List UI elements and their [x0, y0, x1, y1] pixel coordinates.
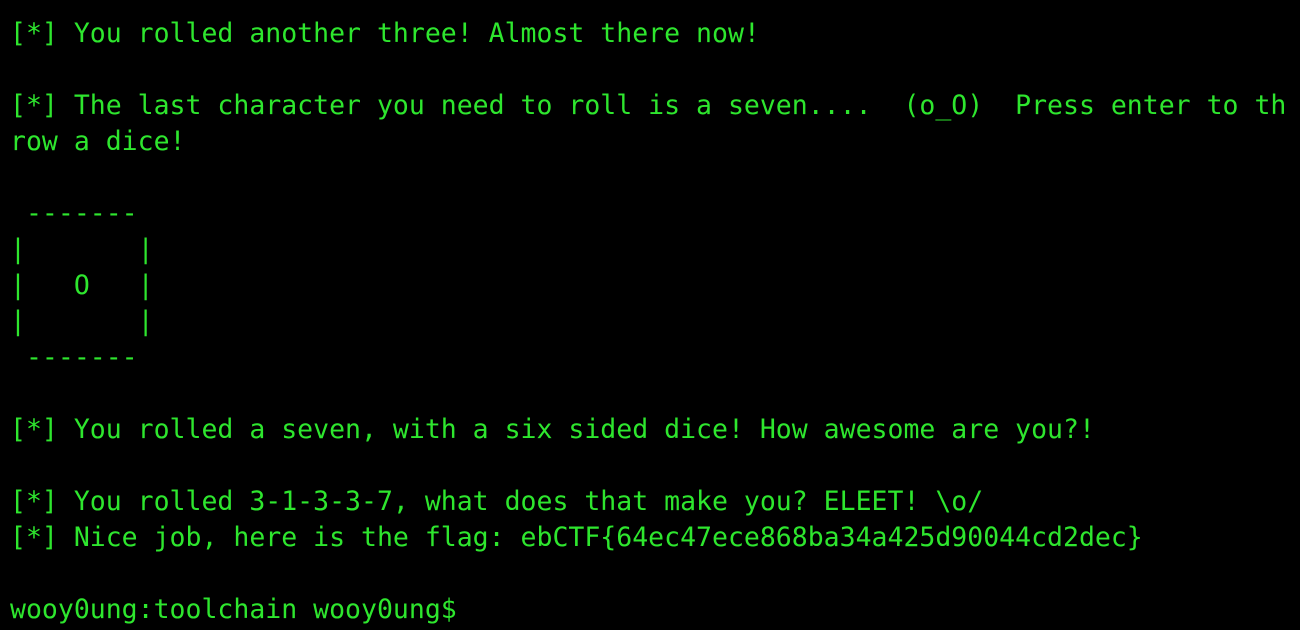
- dice-art-line: -------: [10, 198, 138, 229]
- output-line: [*] You rolled a seven, with a six sided…: [10, 414, 1095, 445]
- output-line: [*] The last character you need to roll …: [10, 90, 1287, 121]
- dice-art-line: -------: [10, 342, 138, 373]
- output-line: row a dice!: [10, 126, 186, 157]
- shell-prompt[interactable]: wooy0ung:toolchain wooy0ung$: [10, 592, 1300, 628]
- output-line: [*] You rolled 3-1-3-3-7, what does that…: [10, 486, 984, 517]
- dice-art-line: | |: [10, 306, 154, 337]
- dice-art-line: | |: [10, 234, 154, 265]
- flag-output-line: [*] Nice job, here is the flag: ebCTF{64…: [10, 522, 1143, 553]
- output-line: [*] You rolled another three! Almost the…: [10, 18, 760, 49]
- prompt-text: wooy0ung:toolchain wooy0ung$: [10, 594, 457, 625]
- terminal-window[interactable]: [*] You rolled another three! Almost the…: [0, 0, 1300, 630]
- dice-art-line: | O |: [10, 270, 154, 301]
